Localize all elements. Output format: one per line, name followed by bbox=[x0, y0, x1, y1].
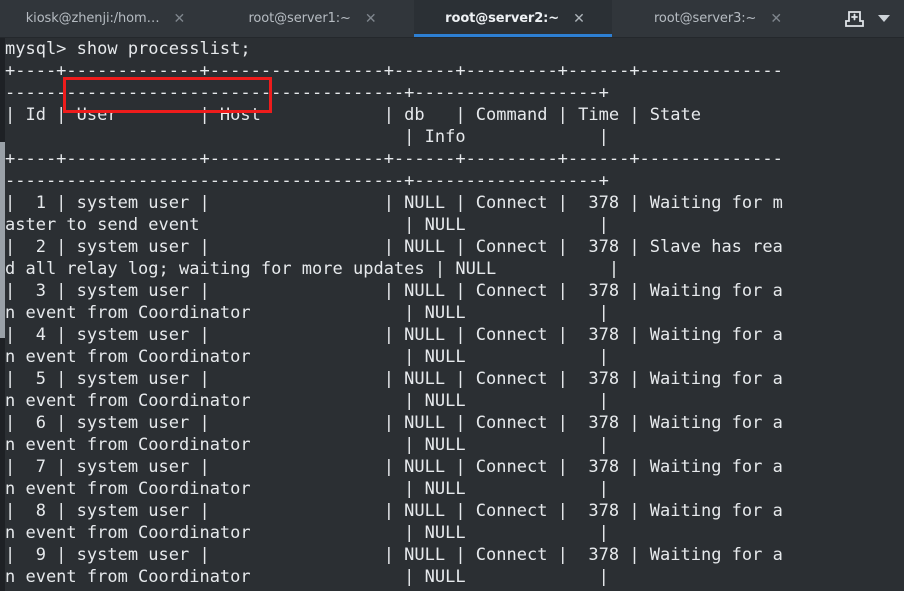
terminal-line: aster to send event | NULL | bbox=[5, 215, 609, 235]
terminal-line: n event from Coordinator | NULL | bbox=[5, 303, 609, 323]
terminal-line: n event from Coordinator | NULL | bbox=[5, 567, 609, 587]
terminal-line: | 2 | system user | | NULL | Connect | 3… bbox=[5, 237, 783, 257]
chevron-down-icon[interactable] bbox=[878, 15, 890, 22]
close-icon[interactable]: ✕ bbox=[770, 12, 782, 26]
close-icon[interactable]: ✕ bbox=[365, 12, 377, 26]
tab-bar-actions bbox=[837, 0, 904, 37]
terminal-line: | Id | User | Host | db | Command | Time… bbox=[5, 105, 783, 125]
terminal-line: | 9 | system user | | NULL | Connect | 3… bbox=[5, 545, 783, 565]
terminal-line: | 4 | system user | | NULL | Connect | 3… bbox=[5, 325, 783, 345]
tab-bar: kiosk@zhenji:/hom… ✕ root@server1:~ ✕ ro… bbox=[0, 0, 904, 38]
terminal-line: +----+-------------+-----------------+--… bbox=[5, 61, 783, 81]
terminal-tab-0[interactable]: kiosk@zhenji:/hom… ✕ bbox=[0, 0, 207, 37]
new-tab-icon[interactable] bbox=[845, 10, 864, 28]
terminal-tab-3[interactable]: root@server3:~ ✕ bbox=[612, 0, 820, 37]
terminal-line: n event from Coordinator | NULL | bbox=[5, 435, 609, 455]
terminal-line: n event from Coordinator | NULL | bbox=[5, 479, 609, 499]
close-icon[interactable]: ✕ bbox=[174, 12, 186, 26]
terminal-tab-2[interactable]: root@server2:~ ✕ bbox=[414, 0, 612, 37]
tab-label: kiosk@zhenji:/hom… bbox=[25, 11, 160, 26]
tab-label: root@server1:~ bbox=[248, 11, 351, 26]
terminal-line: | 8 | system user | | NULL | Connect | 3… bbox=[5, 501, 783, 521]
terminal-line: | 3 | system user | | NULL | Connect | 3… bbox=[5, 281, 783, 301]
terminal-line: | 7 | system user | | NULL | Connect | 3… bbox=[5, 457, 783, 477]
terminal-line: | 5 | system user | | NULL | Connect | 3… bbox=[5, 369, 783, 389]
terminal-line: ---------------------------------------+… bbox=[5, 83, 609, 103]
tab-label: root@server2:~ bbox=[445, 11, 560, 26]
terminal-line: | Info | bbox=[5, 127, 609, 147]
terminal-line: | 1 | system user | | NULL | Connect | 3… bbox=[5, 193, 783, 213]
close-icon[interactable]: ✕ bbox=[573, 12, 585, 26]
terminal-line: n event from Coordinator | NULL | bbox=[5, 523, 609, 543]
terminal-line: | 6 | system user | | NULL | Connect | 3… bbox=[5, 413, 783, 433]
terminal-output: mysql> show processlist; +----+----------… bbox=[5, 38, 904, 588]
terminal-line: n event from Coordinator | NULL | bbox=[5, 391, 609, 411]
terminal-line: +----+-------------+-----------------+--… bbox=[5, 149, 783, 169]
tab-label: root@server3:~ bbox=[653, 11, 757, 26]
terminal-body[interactable]: mysql> show processlist; +----+----------… bbox=[0, 38, 904, 591]
terminal-line: d all relay log; waiting for more update… bbox=[5, 259, 620, 279]
terminal-line: mysql> show processlist; bbox=[5, 39, 251, 59]
terminal-line: n event from Coordinator | NULL | bbox=[5, 347, 609, 367]
terminal-line: ---------------------------------------+… bbox=[5, 171, 609, 191]
terminal-tab-1[interactable]: root@server1:~ ✕ bbox=[207, 0, 414, 37]
